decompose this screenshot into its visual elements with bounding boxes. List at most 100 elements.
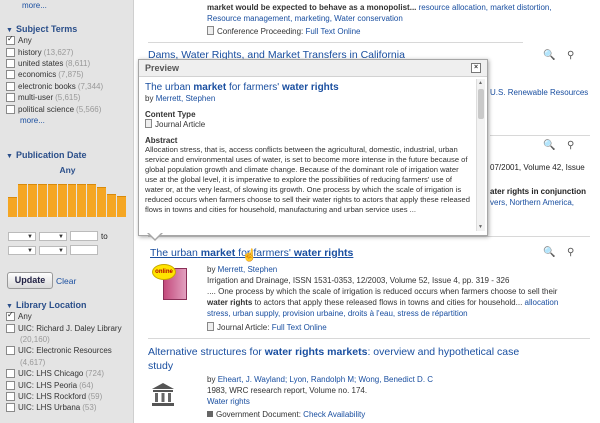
facet-option[interactable]: UIC: Electronic Resources	[6, 345, 129, 356]
histogram-bar[interactable]	[37, 183, 47, 217]
facet-option[interactable]: UIC: Richard J. Daley Library	[6, 322, 129, 333]
facet-option-count: (53)	[82, 403, 97, 413]
close-icon[interactable]: ×	[471, 63, 481, 73]
facet-option[interactable]: UIC: LHS Urbana (53)	[6, 402, 129, 413]
facet-option[interactable]: multi-user (5,615)	[6, 92, 129, 103]
histogram-bar[interactable]	[107, 193, 117, 217]
facet-option-label: UIC: LHS Chicago	[18, 369, 84, 379]
facet-option[interactable]: history (13,627)	[6, 46, 129, 57]
facet-option-label: Any	[18, 36, 32, 46]
facet-option[interactable]: united states (8,611)	[6, 58, 129, 69]
scrollbar-thumb[interactable]	[478, 89, 484, 119]
facet-option[interactable]: (4,617)	[6, 357, 129, 368]
publication-date-heading[interactable]: ▼ Publication Date	[6, 150, 129, 160]
date-histogram[interactable]	[8, 183, 127, 217]
checkbox[interactable]	[6, 81, 15, 91]
histogram-bar[interactable]	[27, 183, 37, 217]
facet-option[interactable]: (20,160)	[6, 334, 129, 345]
scroll-up-icon[interactable]: ▲	[478, 80, 483, 86]
more-link-top[interactable]: more...	[6, 1, 47, 10]
checkbox[interactable]	[6, 346, 15, 356]
start-day-select[interactable]: ▼	[39, 232, 67, 241]
checkbox[interactable]	[6, 104, 15, 114]
facet-sidebar: more... ▼Subject Terms Anyhistory(13,627…	[0, 0, 134, 423]
facet-option[interactable]: political science (5,566)	[6, 103, 129, 114]
histogram-bar[interactable]	[8, 197, 17, 217]
checkbox[interactable]	[6, 369, 15, 379]
preview-scrollbar[interactable]: ▲ ▼	[476, 79, 485, 231]
author-link[interactable]: Merrett, Stephen	[156, 94, 216, 103]
facet-option[interactable]: economics (7,875)	[6, 69, 129, 80]
checkbox[interactable]	[6, 403, 15, 413]
checkbox[interactable]	[6, 310, 15, 322]
checkbox[interactable]	[6, 58, 15, 68]
facet-option[interactable]: UIC: LHS Rockford (59)	[6, 391, 129, 402]
checkbox[interactable]	[6, 93, 15, 103]
library-location-heading[interactable]: ▼ Library Location	[6, 300, 129, 310]
subject-links[interactable]: vers, Northern America,	[490, 198, 574, 207]
histogram-bar[interactable]	[47, 183, 57, 217]
subject-links[interactable]: stress, urban supply, provision urbaine,…	[207, 308, 597, 319]
start-month-select[interactable]: ▼	[8, 232, 36, 241]
facet-option[interactable]: UIC: LHS Chicago (724)	[6, 368, 129, 379]
preview-body: The urban market for farmers' water righ…	[145, 82, 472, 232]
checkbox[interactable]	[6, 34, 15, 46]
preview-magnifier-icon[interactable]: 🔍	[543, 140, 555, 151]
check-availability-link[interactable]: Check Availability	[303, 410, 365, 419]
author-links[interactable]: Eheart, J. Wayland; Lyon, Randolph M; Wo…	[218, 375, 433, 384]
snippet-text: water rights to actors that apply these …	[207, 298, 559, 307]
author-link[interactable]: Merrett, Stephen	[218, 265, 278, 274]
hand-cursor-icon: ☝	[242, 248, 257, 262]
subject-links[interactable]: U.S. Renewable Resources	[490, 88, 588, 97]
date-range-label: Any	[59, 165, 76, 175]
update-button[interactable]: Update	[7, 272, 53, 289]
histogram-bar[interactable]	[17, 183, 27, 217]
full-text-online-link[interactable]: Full Text Online	[272, 323, 327, 332]
save-record-icon[interactable]: ⚲	[567, 247, 574, 258]
collapse-triangle-icon: ▼	[6, 153, 13, 160]
end-day-select[interactable]: ▼	[39, 246, 67, 255]
checkbox[interactable]	[6, 70, 15, 80]
end-month-select[interactable]: ▼	[8, 246, 36, 255]
preview-title[interactable]: The urban market for farmers' water righ…	[145, 82, 472, 93]
subject-terms-heading[interactable]: ▼ Subject Terms	[6, 24, 129, 34]
authors: by Merrett, Stephen	[207, 265, 278, 274]
facet-option-label: UIC: LHS Peoria	[18, 380, 78, 390]
facet-option[interactable]: Any	[6, 34, 129, 46]
abstract-text: Allocation stress, that is, access confl…	[145, 145, 471, 214]
subject-more-link[interactable]: more...	[6, 116, 129, 125]
checkbox[interactable]	[6, 47, 15, 57]
result-title-alternative-structures[interactable]: Alternative structures for water rights …	[148, 345, 528, 373]
library-location-facet: ▼Library Location AnyUIC: Richard J. Dal…	[6, 300, 129, 414]
facet-option-count: (8,611)	[65, 58, 91, 68]
checkbox[interactable]	[6, 380, 15, 390]
end-year-input[interactable]	[70, 245, 98, 255]
facet-option[interactable]: electronic books (7,344)	[6, 81, 129, 92]
save-record-icon[interactable]: ⚲	[567, 140, 574, 151]
facet-option-count: (4,617)	[20, 357, 46, 367]
facet-option[interactable]: Any	[6, 310, 129, 322]
preview-magnifier-icon[interactable]: 🔍	[543, 50, 555, 61]
facet-option-label: united states	[18, 58, 64, 68]
subject-links[interactable]: Water rights	[207, 396, 597, 407]
histogram-bar[interactable]	[87, 183, 97, 217]
publication-info: 1983, WRC research report, Volume no. 17…	[207, 386, 368, 395]
histogram-bar[interactable]	[67, 183, 77, 217]
subject-links[interactable]: allocation	[525, 298, 559, 307]
histogram-bar[interactable]	[57, 183, 67, 217]
checkbox[interactable]	[6, 391, 15, 401]
histogram-bar[interactable]	[97, 187, 107, 217]
save-record-icon[interactable]: ⚲	[567, 50, 574, 61]
scroll-down-icon[interactable]: ▼	[478, 224, 483, 230]
checkbox[interactable]	[6, 323, 15, 333]
subject-terms-list: Anyhistory(13,627)united states(8,611)ec…	[6, 34, 129, 115]
facet-option[interactable]: UIC: LHS Peoria (64)	[6, 379, 129, 390]
histogram-bar[interactable]	[77, 183, 87, 217]
clear-link[interactable]: Clear	[56, 276, 76, 286]
start-year-input[interactable]	[70, 231, 98, 241]
subject-links[interactable]: Resource management, marketing, Water co…	[207, 13, 597, 24]
full-text-online-link[interactable]: Full Text Online	[306, 27, 361, 36]
subject-links[interactable]: resource allocation, market distortion,	[419, 3, 552, 12]
preview-magnifier-icon[interactable]: 🔍	[543, 247, 555, 258]
histogram-bar[interactable]	[117, 195, 127, 217]
